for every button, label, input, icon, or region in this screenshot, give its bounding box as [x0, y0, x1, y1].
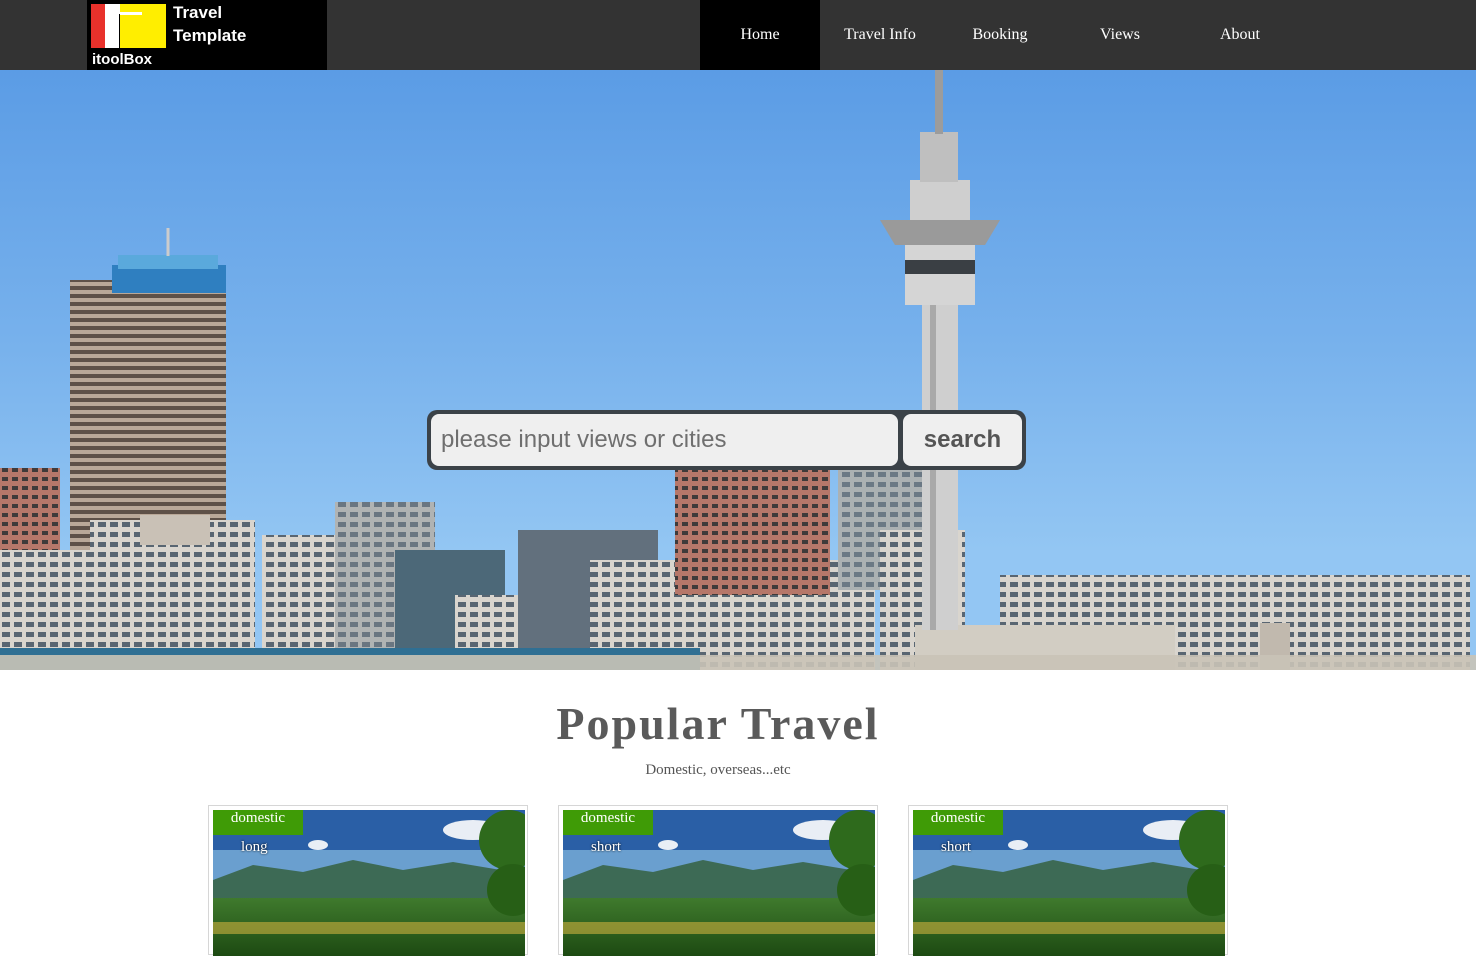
logo-mark-white — [105, 4, 119, 48]
top-navigation-bar: Travel Template itoolBox Home Travel Inf… — [0, 0, 1476, 70]
travel-card[interactable]: domestic short — [558, 805, 878, 956]
nav-home[interactable]: Home — [700, 0, 820, 70]
hero-banner: search — [0, 70, 1476, 670]
card-subtag: long — [241, 839, 268, 855]
nav-views[interactable]: Views — [1060, 0, 1180, 70]
logo-mark-stripe — [120, 12, 142, 15]
main-nav: Home Travel Info Booking Views About — [700, 0, 1300, 70]
brand-line-3: itoolBox — [92, 51, 152, 68]
nav-travel-info[interactable]: Travel Info — [820, 0, 940, 70]
waterfront — [0, 655, 1476, 670]
search-input[interactable] — [431, 414, 898, 466]
logo-mark-yellow — [120, 4, 166, 48]
brand-line-2: Template — [173, 26, 247, 45]
section-title: Popular Travel — [556, 698, 880, 749]
city-skyline-illustration — [0, 70, 1476, 670]
travel-card[interactable]: domestic long — [208, 805, 528, 956]
card-tag: domestic — [213, 810, 303, 835]
logo-mark-red — [91, 4, 105, 48]
search-button[interactable]: search — [903, 414, 1022, 466]
card-tag: domestic — [563, 810, 653, 835]
card-subtag: short — [941, 839, 971, 855]
site-logo[interactable]: Travel Template itoolBox — [87, 0, 327, 70]
section-subtitle: Domestic, overseas...etc — [645, 762, 791, 778]
nav-booking[interactable]: Booking — [940, 0, 1060, 70]
card-subtag: short — [591, 839, 621, 855]
brand-line-1: Travel — [173, 3, 223, 22]
travel-card[interactable]: domestic short — [908, 805, 1228, 956]
card-tag: domestic — [913, 810, 1003, 835]
nav-about[interactable]: About — [1180, 0, 1300, 70]
search-bar: search — [427, 410, 1026, 470]
